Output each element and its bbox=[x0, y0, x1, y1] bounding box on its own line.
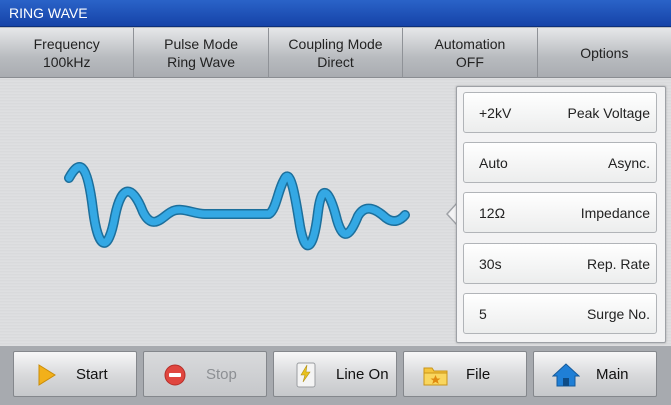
tab-automation[interactable]: Automation OFF bbox=[403, 28, 538, 78]
file-button-label: File bbox=[466, 366, 491, 383]
play-icon bbox=[38, 364, 56, 386]
file-button[interactable]: File bbox=[403, 351, 527, 397]
param-peak-voltage-label: Peak Voltage bbox=[567, 105, 650, 121]
param-surge-no-value: 5 bbox=[479, 306, 487, 322]
param-impedance[interactable]: 12Ω Impedance bbox=[463, 192, 657, 233]
param-async-value: Auto bbox=[479, 155, 508, 171]
param-surge-no[interactable]: 5 Surge No. bbox=[463, 293, 657, 334]
param-rep-rate-label: Rep. Rate bbox=[586, 256, 650, 272]
home-icon bbox=[552, 363, 580, 387]
folder-icon bbox=[423, 367, 448, 386]
tab-pulse-mode[interactable]: Pulse Mode Ring Wave bbox=[134, 28, 269, 78]
param-rep-rate-value: 30s bbox=[479, 256, 502, 272]
param-surge-no-label: Surge No. bbox=[586, 306, 650, 322]
tab-coupling-mode-label: Coupling Mode bbox=[288, 35, 383, 52]
tab-pulse-mode-value: Ring Wave bbox=[167, 53, 236, 70]
tab-pulse-mode-label: Pulse Mode bbox=[164, 35, 239, 52]
tab-coupling-mode[interactable]: Coupling Mode Direct bbox=[268, 28, 404, 78]
tab-coupling-mode-value: Direct bbox=[317, 53, 354, 70]
tab-options-label: Options bbox=[580, 44, 629, 61]
start-button[interactable]: Start bbox=[13, 351, 137, 397]
bottom-toolbar: Start Stop Line On File Main bbox=[0, 346, 671, 405]
main-button-label: Main bbox=[596, 366, 629, 383]
tab-frequency-label: Frequency bbox=[33, 35, 100, 52]
lightning-icon bbox=[296, 362, 316, 388]
top-tabs: Frequency 100kHz Pulse Mode Ring Wave Co… bbox=[0, 28, 671, 78]
param-peak-voltage-value: +2kV bbox=[479, 105, 512, 121]
tab-frequency-value: 100kHz bbox=[42, 53, 91, 70]
line-on-button[interactable]: Line On bbox=[273, 351, 397, 397]
main-button[interactable]: Main bbox=[533, 351, 657, 397]
parameter-panel: +2kV Peak Voltage Auto Async. 12Ω Impeda… bbox=[456, 86, 666, 343]
tab-automation-label: Automation bbox=[434, 35, 506, 52]
tab-options[interactable]: Options bbox=[537, 28, 671, 78]
title-bar: RING WAVE bbox=[0, 0, 671, 27]
param-async-label: Async. bbox=[607, 155, 650, 171]
param-async[interactable]: Auto Async. bbox=[463, 142, 657, 183]
param-impedance-value: 12Ω bbox=[479, 205, 506, 221]
line-on-button-label: Line On bbox=[336, 366, 389, 383]
ring-waveform-graphic bbox=[64, 162, 410, 251]
stop-button-label: Stop bbox=[206, 366, 237, 383]
param-peak-voltage[interactable]: +2kV Peak Voltage bbox=[463, 92, 657, 133]
tab-automation-value: OFF bbox=[455, 53, 484, 70]
tab-frequency[interactable]: Frequency 100kHz bbox=[0, 28, 135, 78]
start-button-label: Start bbox=[76, 366, 108, 383]
param-impedance-label: Impedance bbox=[580, 205, 650, 221]
window-title: RING WAVE bbox=[9, 5, 88, 21]
stop-icon bbox=[164, 364, 186, 386]
param-rep-rate[interactable]: 30s Rep. Rate bbox=[463, 243, 657, 284]
stop-button[interactable]: Stop bbox=[143, 351, 267, 397]
